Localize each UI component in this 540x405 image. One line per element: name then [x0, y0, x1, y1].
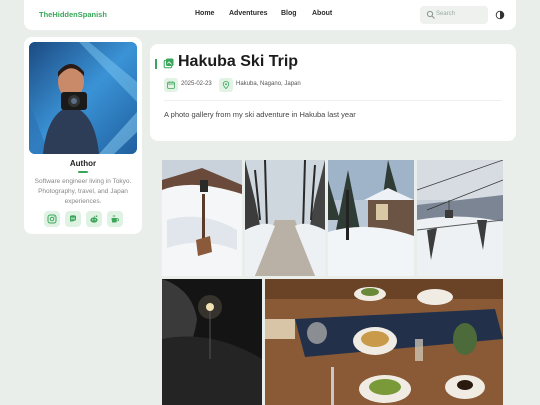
gallery-icon: [163, 58, 174, 69]
instagram-link[interactable]: [44, 211, 60, 227]
nav-home[interactable]: Home: [195, 10, 214, 17]
social-links: [44, 211, 124, 227]
photo-gallery: [162, 160, 503, 405]
search-icon: [426, 10, 435, 19]
calendar-icon-box: [164, 78, 178, 92]
reddit-link[interactable]: [86, 211, 102, 227]
coffee-link[interactable]: [107, 211, 123, 227]
author-name: Author: [69, 159, 97, 168]
post-location-text: Hakuba, Nagano, Japan: [236, 81, 301, 87]
photo-ski-lift[interactable]: [417, 160, 503, 276]
photo-night-snow[interactable]: [162, 279, 262, 405]
photo-snow-roof[interactable]: [162, 160, 242, 276]
post-location: Hakuba, Nagano, Japan: [219, 78, 339, 92]
reddit-icon: [90, 215, 98, 223]
post-description: A photo gallery from my ski adventure in…: [164, 110, 356, 119]
instagram-icon: [47, 214, 57, 224]
title-accent-bar: [155, 59, 157, 69]
post-date: 2025-02-23: [164, 78, 224, 92]
search-placeholder: Search: [436, 11, 456, 17]
nav-blog[interactable]: Blog: [281, 10, 297, 17]
author-bio: Software engineer living in Tokyo. Photo…: [34, 178, 132, 205]
coffee-icon: [111, 214, 120, 223]
search-input[interactable]: Search: [420, 6, 488, 24]
nav-adventures[interactable]: Adventures: [229, 10, 268, 17]
post-divider: [164, 100, 502, 101]
calendar-icon: [167, 81, 175, 89]
top-navbar: TheHiddenSpanish Home Adventures Blog Ab…: [24, 0, 516, 30]
location-pin-icon: [222, 81, 230, 89]
page-title: Hakuba Ski Trip: [178, 53, 299, 70]
photo-snow-house[interactable]: [328, 160, 414, 276]
mastodon-icon: [69, 215, 76, 223]
location-icon-box: [219, 78, 233, 92]
photo-snowy-path[interactable]: [245, 160, 325, 276]
mastodon-link[interactable]: [65, 211, 81, 227]
photo-dinner-table[interactable]: [265, 279, 503, 405]
avatar: [29, 42, 137, 154]
post-date-text: 2025-02-23: [181, 81, 212, 87]
post-header-card: Hakuba Ski Trip 2025-02-23 Hakuba, Nagan…: [150, 44, 516, 141]
author-card: Software engineer living in Tokyo. Photo…: [24, 37, 142, 234]
author-divider: [78, 171, 88, 173]
theme-toggle-icon[interactable]: [495, 10, 505, 20]
nav-about[interactable]: About: [312, 10, 332, 17]
